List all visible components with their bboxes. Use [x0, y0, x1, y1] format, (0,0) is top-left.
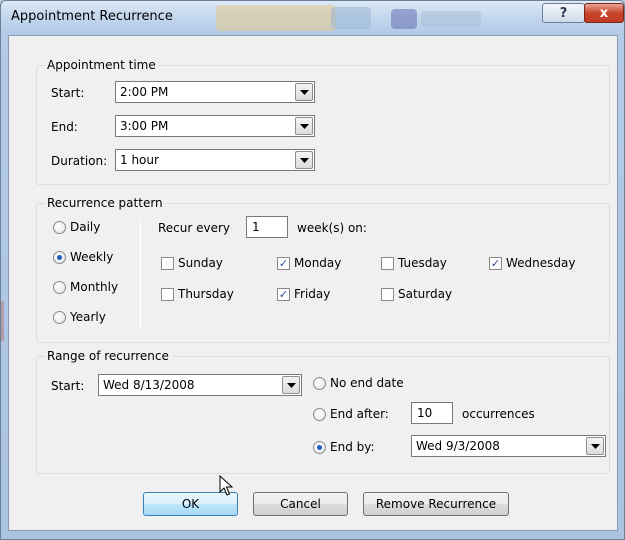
friday-checkbox[interactable]: ✓ Friday: [277, 287, 330, 301]
checkbox-icon: [161, 287, 174, 301]
start-time-value: 2:00 PM: [120, 85, 169, 99]
chevron-down-icon: [295, 117, 313, 135]
no-end-date-label: No end date: [330, 376, 404, 390]
duration-select[interactable]: 1 hour: [115, 149, 315, 171]
duration-label: Duration:: [51, 154, 108, 168]
cancel-button[interactable]: Cancel: [253, 492, 348, 516]
monthly-radio[interactable]: Monthly: [53, 280, 118, 294]
checkbox-icon: [161, 256, 174, 270]
radio-icon: [53, 220, 66, 234]
range-start-value: Wed 8/13/2008: [103, 378, 195, 392]
background-edge: [1, 301, 4, 341]
weeks-on-label: week(s) on:: [297, 221, 367, 235]
end-by-label: End by:: [330, 440, 375, 454]
chevron-down-icon: [586, 437, 604, 455]
end-by-radio[interactable]: End by:: [313, 440, 375, 454]
recurrence-pattern-legend: Recurrence pattern: [45, 196, 165, 210]
range-start-label: Start:: [51, 379, 85, 393]
radio-icon: [53, 310, 66, 324]
thursday-checkbox[interactable]: Thursday: [161, 287, 234, 301]
monday-checkbox[interactable]: ✓ Monday: [277, 256, 341, 270]
dialog-body: Appointment time Start: 2:00 PM End: 3:0…: [8, 35, 618, 531]
appointment-recurrence-dialog: Appointment Recurrence ? x Appointment t…: [0, 0, 625, 540]
help-icon: ?: [559, 5, 568, 21]
background-blur: [391, 9, 417, 29]
radio-icon: [313, 407, 326, 421]
background-blur: [216, 5, 336, 31]
friday-label: Friday: [294, 287, 331, 301]
wednesday-label: Wednesday: [506, 256, 576, 270]
pattern-divider: [140, 218, 141, 330]
radio-icon: [313, 376, 326, 390]
end-time-label: End:: [51, 120, 78, 134]
sunday-label: Sunday: [178, 256, 223, 270]
end-after-radio[interactable]: End after:: [313, 407, 389, 421]
close-button[interactable]: x: [584, 3, 624, 23]
occurrences-input[interactable]: 10: [411, 402, 453, 424]
remove-recurrence-button[interactable]: Remove Recurrence: [363, 492, 509, 516]
radio-selected-icon: [313, 440, 326, 454]
thursday-label: Thursday: [178, 287, 234, 301]
radio-icon: [53, 280, 66, 294]
end-by-value: Wed 9/3/2008: [416, 439, 500, 453]
no-end-date-radio[interactable]: No end date: [313, 376, 404, 390]
mouse-cursor-icon: [219, 475, 233, 496]
checkmark-icon: ✓: [489, 256, 502, 270]
checkbox-icon: [381, 287, 394, 301]
monthly-label: Monthly: [70, 280, 119, 294]
chevron-down-icon: [295, 151, 313, 169]
range-legend: Range of recurrence: [45, 349, 171, 363]
end-by-select[interactable]: Wed 9/3/2008: [411, 435, 606, 457]
end-time-select[interactable]: 3:00 PM: [115, 115, 315, 137]
duration-value: 1 hour: [120, 153, 159, 167]
start-time-select[interactable]: 2:00 PM: [115, 81, 315, 103]
saturday-checkbox[interactable]: Saturday: [381, 287, 452, 301]
weekly-label: Weekly: [70, 250, 114, 264]
chevron-down-icon: [295, 83, 313, 101]
daily-radio[interactable]: Daily: [53, 220, 100, 234]
yearly-radio[interactable]: Yearly: [53, 310, 106, 324]
saturday-label: Saturday: [398, 287, 453, 301]
weekly-radio[interactable]: Weekly: [53, 250, 113, 264]
recur-every-label: Recur every: [158, 221, 231, 235]
end-after-label: End after:: [330, 407, 389, 421]
checkmark-icon: ✓: [277, 287, 290, 301]
background-blur: [331, 7, 371, 29]
dialog-title: Appointment Recurrence: [11, 9, 173, 24]
appointment-time-legend: Appointment time: [45, 58, 158, 72]
end-time-value: 3:00 PM: [120, 119, 169, 133]
occurrences-label: occurrences: [462, 407, 535, 421]
close-icon: x: [599, 5, 609, 21]
checkmark-icon: ✓: [277, 256, 290, 270]
yearly-label: Yearly: [70, 310, 106, 324]
radio-selected-icon: [53, 250, 66, 264]
monday-label: Monday: [294, 256, 342, 270]
background-blur: [421, 11, 481, 27]
sunday-checkbox[interactable]: Sunday: [161, 256, 223, 270]
daily-label: Daily: [70, 220, 101, 234]
tuesday-checkbox[interactable]: Tuesday: [381, 256, 447, 270]
range-start-select[interactable]: Wed 8/13/2008: [98, 374, 302, 396]
recur-every-input[interactable]: 1: [246, 216, 288, 238]
help-button[interactable]: ?: [542, 3, 585, 23]
chevron-down-icon: [282, 376, 300, 394]
start-time-label: Start:: [51, 86, 85, 100]
checkbox-icon: [381, 256, 394, 270]
wednesday-checkbox[interactable]: ✓ Wednesday: [489, 256, 575, 270]
title-bar[interactable]: Appointment Recurrence ? x: [1, 1, 624, 35]
tuesday-label: Tuesday: [398, 256, 447, 270]
